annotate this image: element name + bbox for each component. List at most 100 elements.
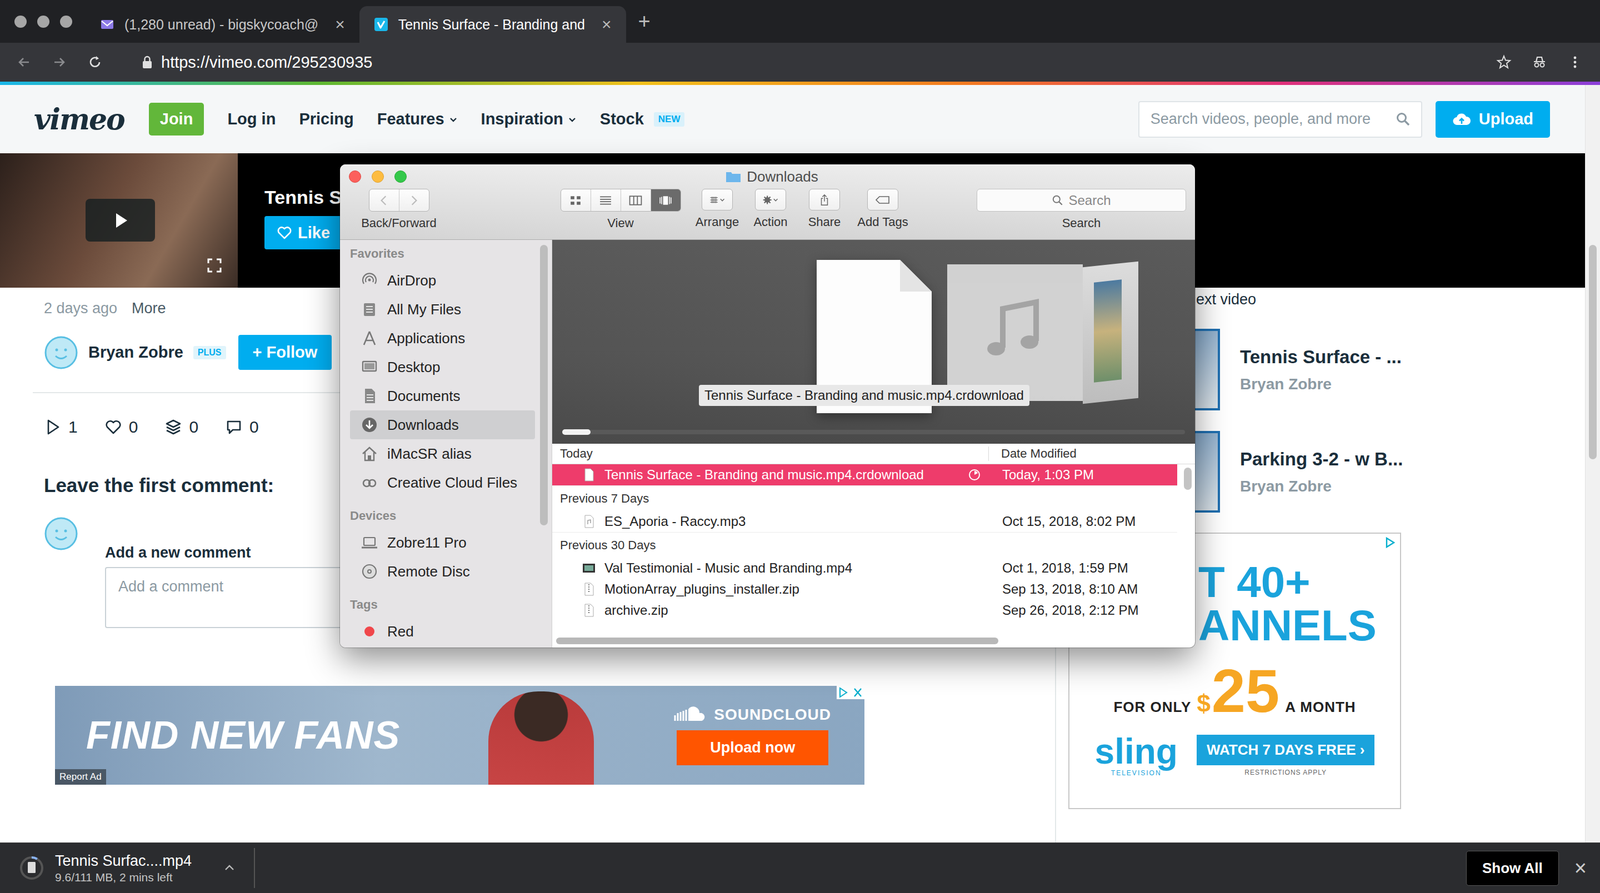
sidebar-item[interactable]: iMacSR alias [350,439,535,469]
like-button[interactable]: Like [264,216,343,250]
reload-icon[interactable] [86,53,104,71]
menu-dots-icon[interactable] [1566,53,1584,71]
list-header: Today Date Modified [552,443,1195,465]
sidebar-item[interactable]: Zobre11 Pro [350,528,535,558]
action-button[interactable] [755,188,787,211]
zoom-button[interactable] [394,170,407,183]
file-row[interactable]: Val Testimonial - Music and Branding.mp4… [552,557,1178,579]
cloud-icon [360,473,379,492]
soundcloud-ad[interactable]: FIND NEW FANS SOUNDCLOUD Upload now Repo… [55,686,865,785]
avatar-icon[interactable] [43,335,79,370]
column-header[interactable]: Date Modified [988,446,1077,462]
report-ad-link[interactable]: Report Ad [55,769,107,785]
sidebar-item[interactable]: Creative Cloud Files [350,468,535,498]
home-icon [360,445,379,463]
view-mode-button[interactable] [620,189,651,212]
close-window-button[interactable] [14,15,27,28]
page-scrollbar[interactable] [1585,85,1600,843]
view-mode-button[interactable] [590,189,621,212]
stat-item[interactable]: 0 [104,417,139,437]
arrange-button[interactable] [701,188,733,211]
close-button[interactable] [348,170,362,183]
sidebar-item[interactable]: Remote Disc [350,557,535,587]
video-player[interactable] [0,153,238,288]
related-author: Bryan Zobre [1240,375,1402,394]
incognito-icon[interactable] [1531,53,1548,71]
sidebar-item[interactable]: AirDrop [350,266,535,295]
upload-button[interactable]: Upload [1435,101,1550,138]
view-mode-button[interactable] [561,189,591,212]
vimeo-logo[interactable]: vimeo [33,102,125,137]
nav-item[interactable]: Features [377,110,458,129]
view-mode-button[interactable] [650,189,681,212]
back-arrow-icon[interactable] [15,53,33,71]
file-row[interactable]: archive.zip Sep 26, 2018, 2:12 PM [552,600,1178,622]
browser-tab[interactable]: (1,280 unread) - bigskycoach@ × [85,6,360,43]
ad-choices-icon[interactable] [1383,536,1397,550]
play-button[interactable] [85,198,155,242]
sidebar-item[interactable]: Applications [350,323,535,353]
finder-window[interactable]: Downloads Back/Forward View Arrange Acti… [340,164,1195,648]
gear-icon [762,193,779,207]
list-scrollbar[interactable] [1183,467,1192,490]
cover-flow-scroller[interactable] [562,430,1185,435]
file-row[interactable]: ES_Aporia - Raccy.mp3 Oct 15, 2018, 8:02… [552,511,1178,533]
nav-item[interactable]: Pricing [298,110,354,129]
url-field[interactable]: https://vimeo.com/295230935 [141,53,1477,72]
forward-button[interactable] [398,189,429,212]
stat-item[interactable]: 0 [225,417,259,437]
ad-choices-icon[interactable] [836,686,865,700]
sidebar-item[interactable]: Desktop [350,352,535,382]
file-row[interactable]: Tennis Surface - Branding and music.mp4.… [552,464,1178,486]
download-item[interactable]: Tennis Surfac....mp4 9.6/111 MB, 2 mins … [0,848,255,889]
chevron-up-icon[interactable] [222,861,237,875]
follow-button[interactable]: + Follow [238,335,333,370]
zoom-window-button[interactable] [60,15,73,28]
close-download-bar-button[interactable]: × [1574,856,1587,881]
site-search-field[interactable]: Search videos, people, and more [1138,101,1423,138]
join-button[interactable]: Join [148,102,205,136]
upload-now-button[interactable]: Upload now [676,730,829,766]
stat-item[interactable]: 0 [164,417,199,437]
sidebar-item[interactable]: Documents [350,381,535,411]
back-chevron-icon [375,194,393,207]
back-button[interactable] [369,189,399,212]
author-name[interactable]: Bryan Zobre [88,343,184,362]
close-tab-button[interactable]: × [335,15,345,34]
watch-free-button[interactable]: WATCH 7 DAYS FREE › [1196,735,1375,766]
browser-tab[interactable]: Tennis Surface - Branding and × [359,6,627,43]
cover-flow-item[interactable] [947,264,1083,402]
browser-tab-bar: (1,280 unread) - bigskycoach@ × Tennis S… [0,0,1600,43]
sidebar-item[interactable]: All My Files [350,295,535,324]
bookmark-star-icon[interactable] [1495,53,1513,71]
cover-flow-item[interactable] [1082,264,1183,402]
fullscreen-icon[interactable] [206,257,223,274]
icons-view-icon [567,194,584,207]
sidebar-item[interactable]: Downloads [350,410,535,440]
stat-item[interactable]: 1 [43,417,78,437]
finder-search-field[interactable]: Search [976,188,1187,212]
more-link[interactable]: More [131,300,167,318]
new-tab-button[interactable]: + [638,9,651,34]
nav-item[interactable]: Stock NEW [600,110,685,129]
show-all-button[interactable]: Show All [1466,851,1559,887]
download-filename: Tennis Surfac....mp4 [55,852,192,870]
minimize-button[interactable] [371,170,384,183]
minimize-window-button[interactable] [37,15,50,28]
scrollbar-thumb[interactable] [1588,245,1597,460]
horizontal-scrollbar[interactable] [552,637,1195,646]
sidebar-item[interactable]: Red [350,617,535,647]
nav-item[interactable]: Inspiration [481,110,577,129]
sidebar-scrollbar[interactable] [540,245,548,526]
close-tab-button[interactable]: × [601,15,612,34]
add-tags-button[interactable] [867,188,899,211]
file-row[interactable]: MotionArray_plugins_installer.zip Sep 13… [552,578,1178,600]
search-icon [1051,194,1064,207]
nav-item[interactable]: Log in [227,110,276,129]
play-icon [43,418,62,437]
search-icon[interactable] [1395,111,1412,128]
window-title: Downloads [437,168,1195,186]
video-title: Tennis S [264,186,342,209]
forward-arrow-icon[interactable] [51,53,68,71]
share-button[interactable] [808,188,840,211]
